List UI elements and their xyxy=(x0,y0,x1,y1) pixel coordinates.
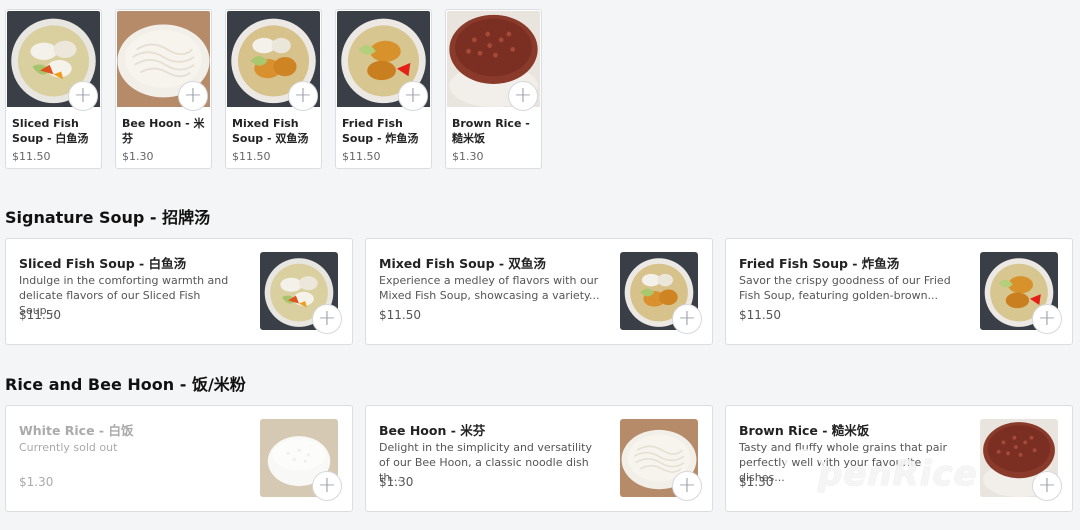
add-item-button[interactable]: + xyxy=(672,304,702,334)
item-name: Mixed Fish Soup - 双鱼汤 xyxy=(379,256,546,271)
add-item-button[interactable]: + xyxy=(312,471,342,501)
add-item-button[interactable]: + xyxy=(398,81,428,111)
item-name: Sliced Fish Soup - 白鱼汤 xyxy=(12,117,89,145)
item-name: Mixed Fish Soup - 双鱼汤 xyxy=(232,117,309,145)
item-price: $1.30 xyxy=(452,150,484,163)
item-price: $1.30 xyxy=(379,475,414,489)
watermark: penRice xyxy=(818,454,978,494)
item-price: $1.30 xyxy=(122,150,154,163)
item-name: Sliced Fish Soup - 白鱼汤 xyxy=(19,256,187,271)
item-name: Brown Rice - 糙米饭 xyxy=(739,423,870,438)
add-item-button[interactable]: + xyxy=(1032,304,1062,334)
menu-item-card[interactable]: Sliced Fish Soup - 白鱼汤 Indulge in the com… xyxy=(5,238,353,345)
item-price: $11.50 xyxy=(19,308,61,322)
recommended-item-card[interactable]: + Sliced Fish Soup - 白鱼汤 $11.50 xyxy=(5,9,102,169)
item-name: Fried Fish Soup - 炸鱼汤 xyxy=(739,256,900,271)
menu-item-card[interactable]: Bee Hoon - 米芬 Delight in the simplicity a… xyxy=(365,405,713,512)
menu-item-card[interactable]: Mixed Fish Soup - 双鱼汤 Experience a medley… xyxy=(365,238,713,345)
item-name: Bee Hoon - 米芬 xyxy=(122,117,205,145)
menu-item-card[interactable]: Fried Fish Soup - 炸鱼汤 Savor the crispy go… xyxy=(725,238,1073,345)
add-item-button[interactable]: + xyxy=(312,304,342,334)
item-name: Bee Hoon - 米芬 xyxy=(379,423,486,438)
add-item-button[interactable]: + xyxy=(178,81,208,111)
item-description: Savor the crispy goodness of our Fried F… xyxy=(739,274,951,302)
add-item-button[interactable]: + xyxy=(672,471,702,501)
item-price: $1.30 xyxy=(19,475,54,489)
section-title-rice-bee-hoon: Rice and Bee Hoon - 饭/米粉 xyxy=(5,375,246,394)
item-price: $11.50 xyxy=(342,150,381,163)
add-item-button[interactable]: + xyxy=(508,81,538,111)
section-title-signature-soup: Signature Soup - 招牌汤 xyxy=(5,208,211,227)
item-price: $11.50 xyxy=(12,150,51,163)
item-price: $11.50 xyxy=(739,308,781,322)
add-item-button[interactable]: + xyxy=(1032,471,1062,501)
recommended-item-card[interactable]: + Bee Hoon - 米芬 $1.30 xyxy=(115,9,212,169)
item-price: $11.50 xyxy=(232,150,271,163)
recommended-item-card[interactable]: + Mixed Fish Soup - 双鱼汤 $11.50 xyxy=(225,9,322,169)
recommended-item-card[interactable]: + Brown Rice - 糙米饭 $1.30 xyxy=(445,9,542,169)
add-item-button[interactable]: + xyxy=(288,81,318,111)
item-description: Experience a medley of flavors with our … xyxy=(379,274,600,302)
item-price: $11.50 xyxy=(379,308,421,322)
recommended-item-card[interactable]: + Fried Fish Soup - 炸鱼汤 $11.50 xyxy=(335,9,432,169)
add-item-button[interactable]: + xyxy=(68,81,98,111)
item-name: Brown Rice - 糙米饭 xyxy=(452,117,530,145)
item-name: White Rice - 白饭 xyxy=(19,423,134,438)
recommended-items-row: + Sliced Fish Soup - 白鱼汤 $11.50 + Bee Hoon -… xyxy=(5,9,542,169)
item-price: $1.30 xyxy=(739,475,774,489)
item-name: Fried Fish Soup - 炸鱼汤 xyxy=(342,117,419,145)
sold-out-label: Currently sold out xyxy=(19,441,118,454)
menu-item-card[interactable]: White Rice - 白饭 Currently sold out $1.30 + xyxy=(5,405,353,512)
